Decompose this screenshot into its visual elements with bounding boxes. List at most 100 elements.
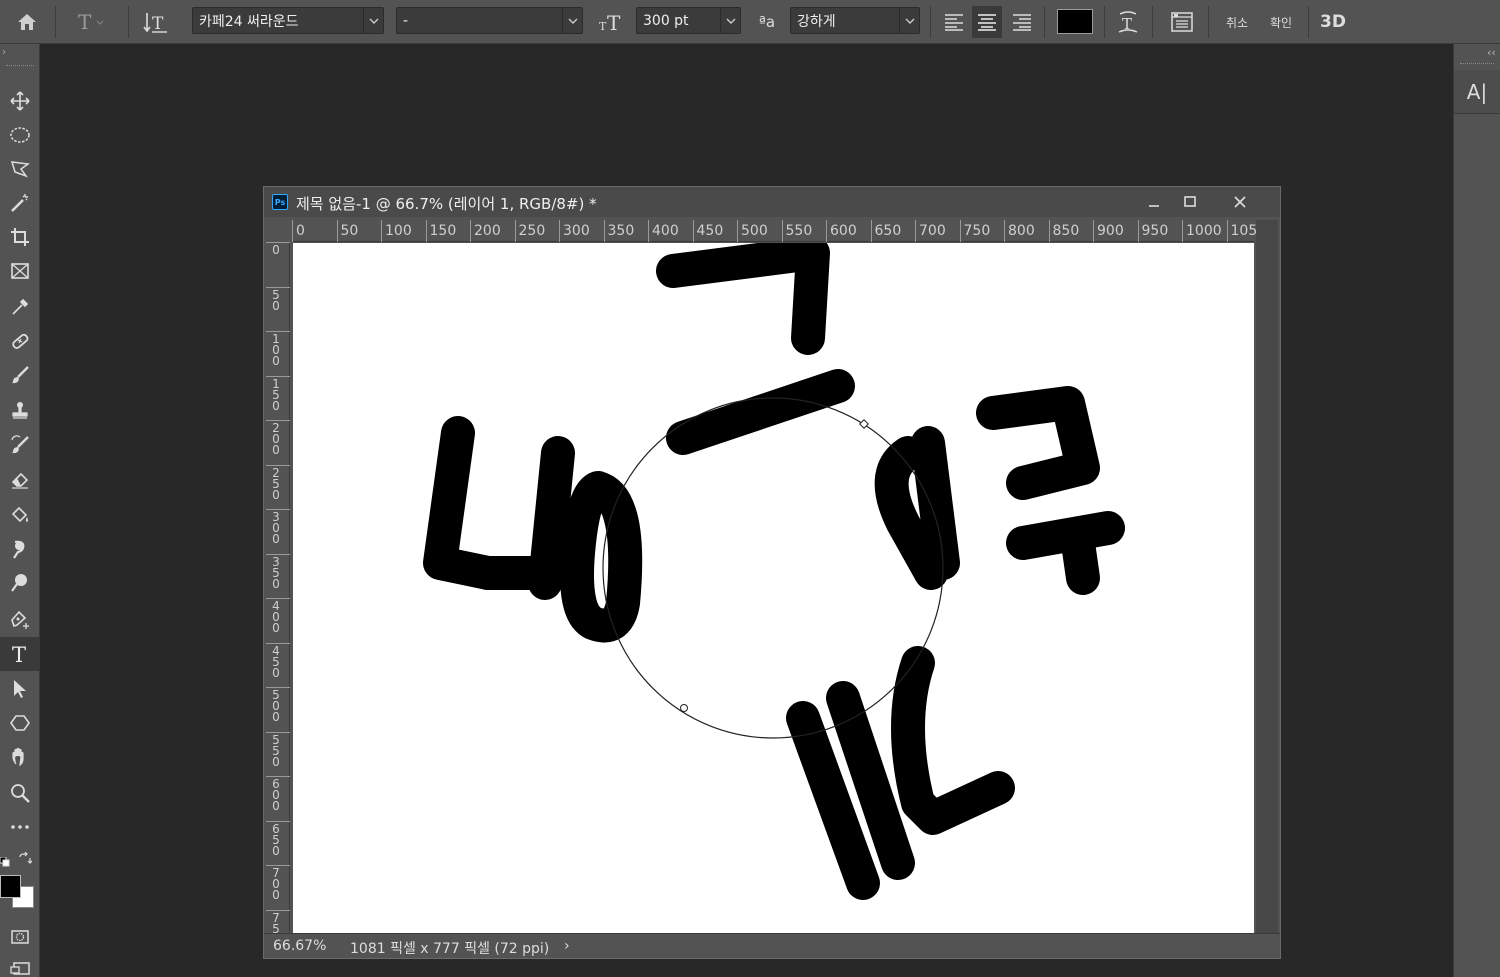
quick-mask-icon[interactable] [0, 920, 40, 954]
character-panel-icon[interactable] [1166, 0, 1198, 44]
ruler-tick [648, 220, 649, 242]
path-selection-tool-icon[interactable] [0, 672, 40, 706]
ruler-tick [381, 220, 382, 242]
brush-tool-icon[interactable] [0, 358, 40, 392]
pen-tool-icon[interactable] [0, 602, 40, 636]
chevron-down-icon [720, 8, 740, 33]
antialias-icon: ªa [758, 13, 776, 31]
align-center-icon[interactable] [972, 6, 1002, 38]
ruler-label: 100 [385, 223, 412, 239]
zoom-level[interactable]: 66.67% [273, 938, 326, 954]
chevron-down-icon [363, 8, 383, 33]
ruler-label: 900 [1097, 223, 1124, 239]
ruler-label: 50 [340, 223, 359, 239]
document-canvas[interactable] [293, 243, 1254, 933]
ruler-label: 1000 [1186, 223, 1222, 239]
font-style-value: - [403, 12, 409, 29]
crop-tool-icon[interactable] [0, 220, 40, 254]
ruler-label: 600 [830, 223, 857, 239]
zoom-tool-icon[interactable] [0, 776, 40, 810]
align-left-icon[interactable] [940, 0, 968, 44]
swap-colors-icon[interactable] [18, 851, 33, 865]
history-brush-tool-icon[interactable] [0, 428, 40, 462]
ruler-label: 300 [563, 223, 590, 239]
close-icon[interactable] [1222, 189, 1258, 215]
status-menu-arrow[interactable]: › [564, 938, 570, 954]
cancel-button[interactable]: 취소 [1220, 0, 1254, 44]
maximize-icon[interactable] [1172, 189, 1208, 215]
warp-text-icon[interactable]: T [1112, 0, 1144, 44]
document-titlebar[interactable]: Ps 제목 없음-1 @ 66.7% (레이어 1, RGB/8#) * [264, 187, 1280, 217]
type-tool-icon[interactable]: T [0, 637, 40, 671]
ruler-tick [959, 220, 961, 242]
svg-text:T: T [152, 14, 164, 34]
chevron-down-icon [899, 8, 919, 33]
align-right-icon[interactable] [1008, 0, 1036, 44]
3d-button[interactable]: 3D [1316, 0, 1350, 44]
toggle-text-orientation-icon[interactable]: T [140, 0, 172, 44]
ruler-label: 700 [272, 866, 280, 902]
ruler-label: 350 [272, 554, 280, 591]
ruler-tick [870, 220, 872, 242]
ruler-label: 0 [296, 223, 305, 239]
type-tool-preset-icon[interactable]: T [70, 0, 110, 44]
ruler-label: 150 [272, 376, 280, 413]
ruler-origin[interactable] [266, 220, 292, 242]
paint-bucket-tool-icon[interactable] [0, 498, 40, 532]
ruler-label: 550 [785, 223, 813, 239]
tools-panel: › T [0, 44, 40, 977]
commit-button[interactable]: 확인 [1264, 0, 1298, 44]
ruler-tick [559, 220, 560, 242]
magic-wand-tool-icon[interactable] [0, 186, 40, 220]
font-style-dropdown[interactable]: - [396, 7, 583, 34]
photoshop-window: T T 카페24 써라운드 - TT 300 pt ªa 강하게 T 취소 확인… [0, 0, 1500, 977]
frame-tool-icon[interactable] [0, 254, 40, 288]
smudge-tool-icon[interactable] [0, 532, 40, 566]
expand-panel-icon[interactable]: › [2, 47, 6, 58]
svg-text:T: T [599, 20, 607, 33]
ruler-label: 250 [272, 465, 280, 502]
ruler-label: 450 [696, 223, 724, 239]
ruler-label: 100 [272, 332, 280, 368]
document-title: 제목 없음-1 @ 66.7% (레이어 1, RGB/8#) * [296, 195, 597, 213]
polygonal-lasso-tool-icon[interactable] [0, 152, 40, 186]
collapse-panels-icon[interactable]: ‹‹ [1487, 46, 1496, 59]
default-colors-icon[interactable] [0, 852, 10, 867]
healing-brush-tool-icon[interactable] [0, 324, 40, 358]
screen-mode-icon[interactable] [0, 952, 40, 977]
hand-tool-icon[interactable] [0, 740, 40, 774]
ruler-label: 400 [272, 599, 280, 635]
ruler-tick [1004, 220, 1005, 242]
clone-stamp-tool-icon[interactable] [0, 394, 40, 428]
ruler-label: 450 [272, 643, 280, 680]
character-panel-button[interactable]: A| [1454, 70, 1500, 114]
vertical-scrollbar[interactable] [1256, 220, 1278, 933]
eyedropper-tool-icon[interactable] [0, 290, 40, 324]
chevron-down-icon [562, 8, 582, 33]
home-icon[interactable] [8, 0, 46, 44]
ruler-label: 400 [652, 223, 679, 239]
text-color-swatch[interactable] [1057, 9, 1093, 34]
ruler-tick [514, 220, 516, 242]
foreground-color-swatch[interactable] [0, 875, 21, 898]
eraser-tool-icon[interactable] [0, 462, 40, 496]
minimize-icon[interactable] [1136, 189, 1172, 215]
ruler-tick [826, 220, 827, 242]
horizontal-ruler[interactable]: 0 50 100 150 200 250 300 350 400 450 500 550 600 650 7… [292, 220, 1266, 242]
ruler-tick [425, 220, 427, 242]
svg-text:T: T [607, 11, 621, 34]
vertical-ruler[interactable]: 0 50 100 150 200 250 300 350 400 450 500 550 600 650 7… [266, 242, 290, 946]
ruler-label: 150 [429, 223, 457, 239]
font-family-dropdown[interactable]: 카페24 써라운드 [192, 7, 384, 34]
font-size-dropdown[interactable]: 300 pt [636, 7, 741, 34]
move-tool-icon[interactable] [0, 84, 40, 118]
more-tools-icon[interactable] [0, 810, 40, 844]
shape-tool-icon[interactable] [0, 706, 40, 740]
elliptical-marquee-tool-icon[interactable] [0, 118, 40, 152]
ruler-label: 500 [272, 688, 280, 724]
antialias-dropdown[interactable]: 강하게 [790, 7, 920, 34]
font-family-value: 카페24 써라운드 [199, 13, 299, 30]
ruler-label: 0 [272, 243, 280, 257]
dodge-tool-icon[interactable] [0, 566, 40, 600]
ruler-label: 650 [874, 223, 902, 239]
